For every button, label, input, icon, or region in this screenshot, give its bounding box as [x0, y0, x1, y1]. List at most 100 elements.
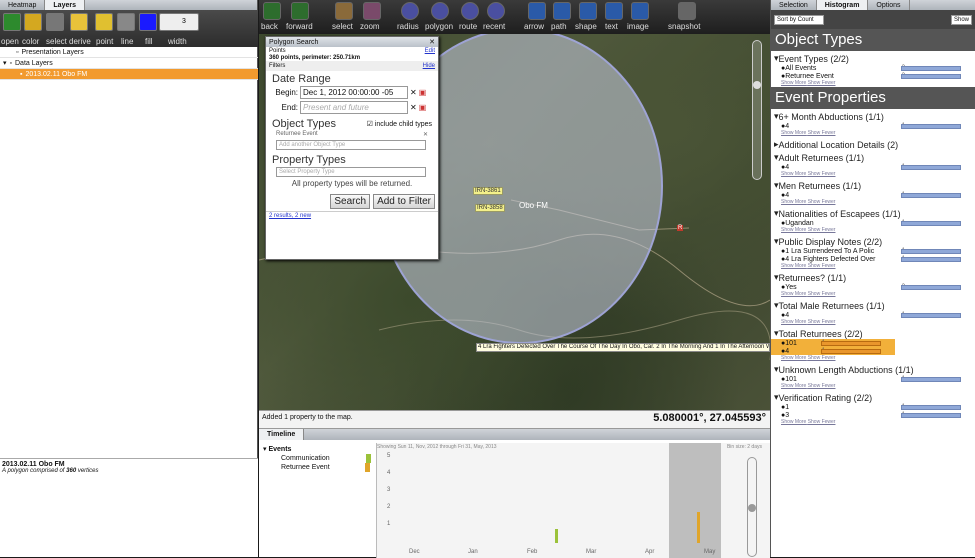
histogram-group[interactable]: ▾ Total Returnees (2/2) [771, 326, 975, 339]
path-icon[interactable] [553, 2, 571, 20]
radius-icon[interactable] [401, 2, 419, 20]
results-link[interactable]: 2 results, 2 new [266, 211, 438, 220]
histogram-group[interactable]: ▾ Total Male Returnees (1/1) [771, 298, 975, 311]
item-bar[interactable] [901, 412, 961, 418]
show-fewer-link[interactable]: Show Fewer [808, 130, 836, 136]
fill-color-icon[interactable] [139, 13, 157, 31]
item-bar[interactable] [901, 192, 961, 198]
zoom-slider[interactable] [752, 40, 762, 180]
item-bar[interactable] [901, 404, 961, 410]
histogram-group[interactable]: ▾ Event Types (2/2) [771, 51, 975, 64]
histogram-item[interactable]: ● All Events2 [771, 64, 975, 72]
show-fewer-link[interactable]: Show Fewer [808, 171, 836, 177]
item-bar[interactable] [901, 256, 961, 262]
histogram-item[interactable]: ● Returnee Event2 [771, 72, 975, 80]
line-icon[interactable] [117, 13, 135, 31]
item-bar[interactable] [821, 340, 881, 346]
histogram-item[interactable]: ● 41 [771, 122, 975, 130]
clear-icon[interactable]: ✕ [410, 103, 417, 112]
item-bar[interactable] [901, 164, 961, 170]
select-tool-icon[interactable] [335, 2, 353, 20]
histogram-item[interactable]: ● 41 [771, 311, 975, 319]
back-icon[interactable] [263, 2, 281, 20]
tab-selection[interactable]: Selection [771, 0, 817, 10]
item-bar[interactable] [901, 73, 961, 79]
calendar-icon[interactable]: ▣ [419, 103, 427, 112]
timeline-zoom-slider[interactable] [747, 457, 757, 557]
show-fewer-link[interactable]: Show Fewer [808, 319, 836, 325]
histogram-item[interactable]: ● 1 Lra Surrendered To A Polic1 [771, 247, 975, 255]
close-icon[interactable]: ✕ [429, 38, 435, 46]
width-select[interactable]: 3 [159, 13, 199, 31]
tree-item-obo-fm[interactable]: ▪ 2013.02.11 Obo FM [0, 69, 258, 80]
item-bar[interactable] [821, 348, 881, 354]
show-more-link[interactable]: Show More [781, 291, 806, 297]
search-button[interactable]: Search [330, 194, 371, 209]
item-bar[interactable] [901, 376, 961, 382]
tab-options[interactable]: Options [868, 0, 910, 10]
zoom-handle[interactable] [753, 81, 761, 89]
zoom-tool-icon[interactable] [363, 2, 381, 20]
polygon-icon[interactable] [431, 2, 449, 20]
remove-icon[interactable]: ✕ [423, 131, 428, 138]
show-more-link[interactable]: Show More [781, 383, 806, 389]
tree-item-presentation[interactable]: ▫ Presentation Layers [0, 47, 258, 58]
histogram-item[interactable]: ● 1011 [771, 375, 975, 383]
histogram-group[interactable]: ▾ Nationalities of Escapees (1/1) [771, 206, 975, 219]
show-fewer-link[interactable]: Show Fewer [808, 355, 836, 361]
histogram-item[interactable]: ● 4 Lra Fighters Defected Over1 [771, 255, 975, 263]
tab-histogram[interactable]: Histogram [816, 0, 869, 10]
show-fewer-link[interactable]: Show Fewer [808, 199, 836, 205]
timeline-selection[interactable] [669, 443, 721, 558]
histogram-item[interactable]: ● 41 [771, 347, 895, 355]
histogram-item[interactable]: ● Ugandan1 [771, 219, 975, 227]
histogram-group[interactable]: ▾ Returnees? (1/1) [771, 270, 975, 283]
histogram-group[interactable]: ▾ Public Display Notes (2/2) [771, 234, 975, 247]
recent-icon[interactable] [487, 2, 505, 20]
shape-icon[interactable] [579, 2, 597, 20]
histogram-item[interactable]: ● 31 [771, 411, 975, 419]
show-more-link[interactable]: Show More [781, 419, 806, 425]
tab-heatmap[interactable]: Heatmap [0, 0, 46, 10]
histogram-group[interactable]: ▸ Additional Location Details (2) [771, 137, 975, 150]
histogram-item[interactable]: ● 41 [771, 163, 975, 171]
point-icon[interactable] [95, 13, 113, 31]
timeline-bar-returnee[interactable] [697, 512, 700, 543]
histogram-item[interactable]: ● 1011 [771, 339, 895, 347]
show-more-link[interactable]: Show More [781, 263, 806, 269]
show-fewer-link[interactable]: Show Fewer [808, 383, 836, 389]
tab-timeline[interactable]: Timeline [259, 429, 305, 440]
edit-link[interactable]: Edit [425, 48, 435, 54]
histogram-group[interactable]: ▾ Verification Rating (2/2) [771, 390, 975, 403]
legend-returnee[interactable]: Returnee Event [263, 463, 371, 472]
tree-item-data-layers[interactable]: ▾ ▫ Data Layers [0, 58, 258, 69]
item-bar[interactable] [901, 65, 961, 71]
show-more-link[interactable]: Show More [781, 227, 806, 233]
histogram-group[interactable]: ▾ 6+ Month Abductions (1/1) [771, 109, 975, 122]
item-bar[interactable] [901, 312, 961, 318]
forward-icon[interactable] [291, 2, 309, 20]
histogram-item[interactable]: ● Yes2 [771, 283, 975, 291]
property-type-select[interactable]: Select Property Type [276, 167, 426, 177]
show-select[interactable]: Show [950, 14, 972, 25]
add-object-type-select[interactable]: Add another Object Type [276, 140, 426, 150]
zoom-handle[interactable] [748, 504, 756, 512]
map-marker-label[interactable]: IRN-3858 [475, 204, 505, 212]
show-fewer-link[interactable]: Show Fewer [808, 291, 836, 297]
show-more-link[interactable]: Show More [781, 319, 806, 325]
timeline-bar-communication[interactable] [555, 529, 558, 543]
item-bar[interactable] [901, 248, 961, 254]
show-fewer-link[interactable]: Show Fewer [808, 80, 836, 86]
snapshot-icon[interactable] [678, 2, 696, 20]
show-fewer-link[interactable]: Show Fewer [808, 419, 836, 425]
clear-icon[interactable]: ✕ [410, 88, 417, 97]
legend-communication[interactable]: Communication [263, 454, 371, 463]
select-icon[interactable] [46, 13, 64, 31]
show-more-link[interactable]: Show More [781, 80, 806, 86]
show-more-link[interactable]: Show More [781, 130, 806, 136]
hide-link[interactable]: Hide [423, 63, 435, 69]
legend-events[interactable]: ▾ Events [263, 445, 371, 454]
item-bar[interactable] [901, 123, 961, 129]
text-icon[interactable] [605, 2, 623, 20]
end-date-input[interactable]: Present and future [300, 101, 408, 114]
